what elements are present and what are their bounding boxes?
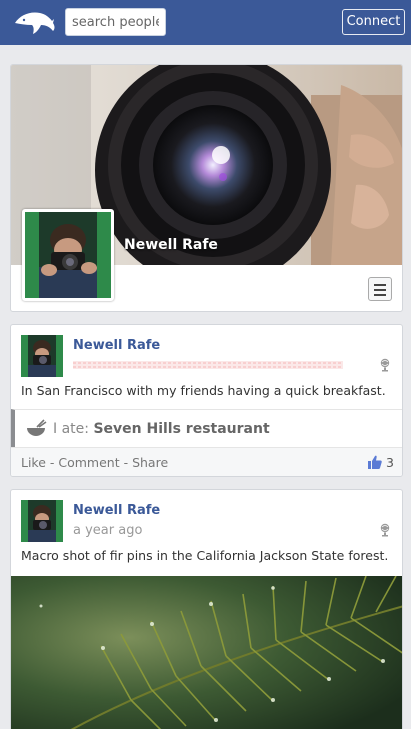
profile-name[interactable]: Newell Rafe [124, 237, 218, 253]
post-photo[interactable] [11, 576, 403, 729]
dolphin-logo-icon[interactable] [12, 7, 56, 37]
checkin-box[interactable]: I ate: Seven Hills restaurant [11, 409, 402, 447]
globe-privacy-icon[interactable] [380, 358, 390, 372]
connect-button[interactable]: Connect [342, 9, 405, 35]
author-avatar[interactable] [21, 500, 63, 542]
top-bar: Connect [0, 0, 411, 45]
avatar-photo [21, 500, 63, 542]
author-avatar[interactable] [21, 335, 63, 377]
like-comment-share-links[interactable]: Like - Comment - Share [21, 455, 168, 470]
post-card: Newell Rafe In San Francisco with my fri… [10, 324, 403, 477]
post-author[interactable]: Newell Rafe [73, 503, 160, 518]
like-number: 3 [386, 455, 394, 470]
profile-photo [25, 212, 111, 298]
post-author[interactable]: Newell Rafe [73, 338, 160, 353]
profile-picture[interactable] [22, 209, 114, 301]
avatar-photo [21, 335, 63, 377]
post-actions-bar: Like - Comment - Share 3 [11, 447, 402, 476]
hamburger-menu-icon[interactable] [368, 277, 392, 301]
checkin-prefix: I ate: [53, 421, 94, 437]
search-input[interactable] [65, 8, 166, 36]
post-card: Newell Rafe a year ago Macro shot of fir… [10, 489, 403, 729]
globe-privacy-icon[interactable] [380, 523, 390, 537]
thumbs-up-icon [368, 455, 382, 469]
like-count[interactable]: 3 [368, 453, 398, 471]
checkin-text: I ate: Seven Hills restaurant [53, 421, 270, 437]
checkin-place[interactable]: Seven Hills restaurant [93, 421, 269, 437]
meal-bowl-icon [27, 419, 47, 436]
post-text: Macro shot of fir pins in the California… [21, 548, 389, 563]
profile-card: Newell Rafe [10, 64, 403, 312]
post-text: In San Francisco with my friends having … [21, 383, 386, 398]
post-timestamp[interactable]: a year ago [73, 523, 142, 538]
redacted-timestamp [73, 361, 343, 369]
